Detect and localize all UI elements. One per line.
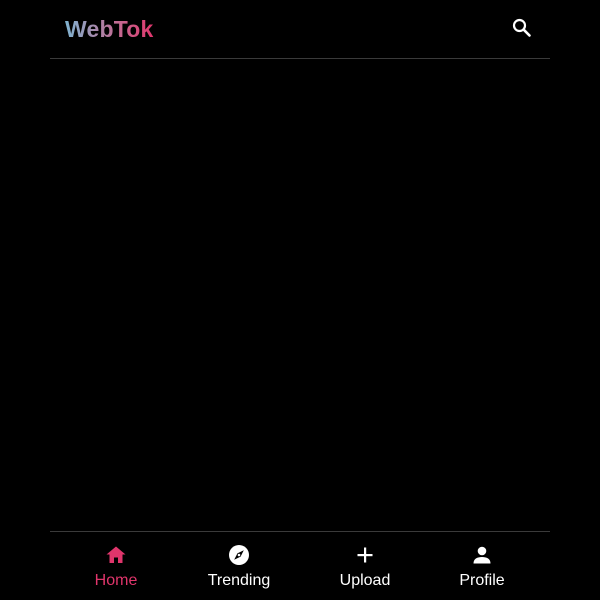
search-icon bbox=[510, 16, 534, 40]
nav-item-profile[interactable]: Profile bbox=[427, 532, 537, 600]
plus-icon bbox=[354, 544, 376, 566]
nav-item-home[interactable]: Home bbox=[61, 532, 171, 600]
video-feed[interactable] bbox=[50, 59, 550, 531]
person-icon bbox=[471, 544, 493, 566]
app-root: WebTok Home Trending Upload Profile bbox=[0, 0, 600, 600]
compass-icon bbox=[228, 544, 250, 566]
nav-item-trending[interactable]: Trending bbox=[184, 532, 294, 600]
nav-item-upload[interactable]: Upload bbox=[310, 532, 420, 600]
nav-label-trending: Trending bbox=[207, 572, 271, 589]
home-icon bbox=[105, 544, 127, 566]
nav-label-profile: Profile bbox=[459, 572, 505, 589]
bottom-nav: Home Trending Upload Profile bbox=[50, 531, 550, 600]
search-button[interactable] bbox=[510, 16, 534, 40]
top-header: WebTok bbox=[50, 0, 550, 59]
app-logo[interactable]: WebTok bbox=[65, 14, 154, 44]
nav-label-upload: Upload bbox=[339, 572, 391, 589]
nav-label-home: Home bbox=[94, 572, 138, 589]
